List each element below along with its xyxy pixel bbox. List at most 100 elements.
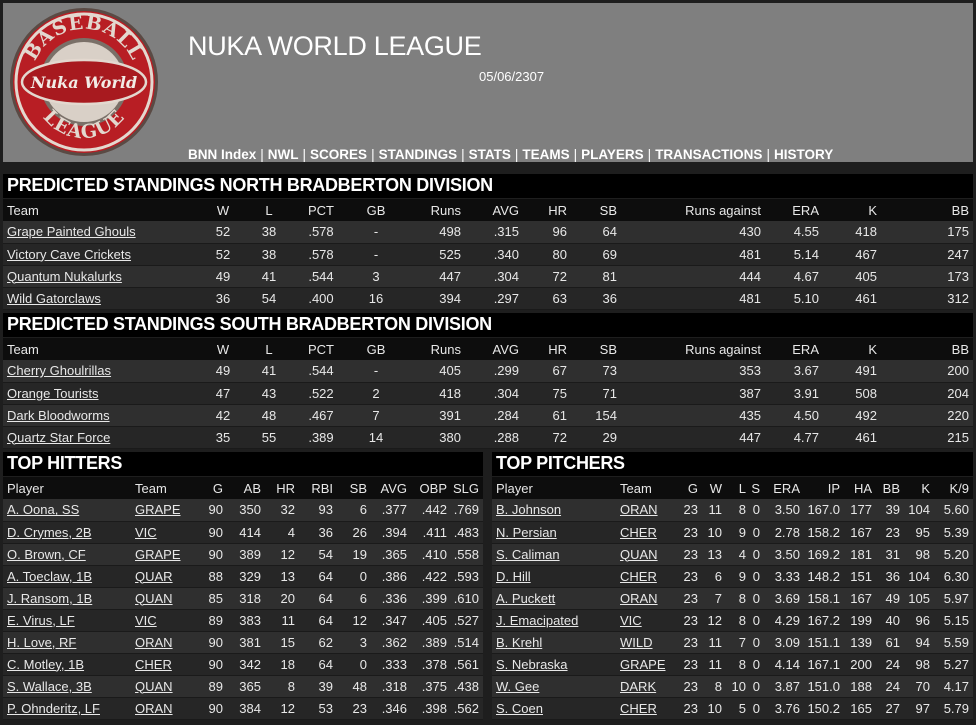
south-standings-cell-sb: 71 <box>571 382 621 404</box>
hitter-cell-g: 89 <box>189 609 227 631</box>
pitcher-team-link[interactable]: GRAPE <box>620 657 666 672</box>
south-standings-cell-hr: 72 <box>523 426 571 448</box>
hitter-cell: GRAPE <box>131 499 189 521</box>
south-standings-cell-runs: 405 <box>401 360 465 382</box>
pitcher-cell-k-per-9: 5.39 <box>934 521 973 543</box>
hitter-cell: D. Crymes, 2B <box>3 521 131 543</box>
hitter-name-link[interactable]: A. Toeclaw, 1B <box>7 569 92 584</box>
hitter-team-link[interactable]: ORAN <box>135 635 173 650</box>
pitcher-cell-g: 23 <box>674 631 702 653</box>
hitter-team-link[interactable]: QUAN <box>135 591 173 606</box>
nav-link-teams[interactable]: TEAMS <box>522 147 569 162</box>
pitcher-name-link[interactable]: D. Hill <box>496 569 531 584</box>
nav-link-nwl[interactable]: NWL <box>268 147 299 162</box>
hitter-team-link[interactable]: ORAN <box>135 701 173 716</box>
hitter-team-link[interactable]: GRAPE <box>135 547 181 562</box>
south-standings-name-link[interactable]: Orange Tourists <box>7 386 99 401</box>
hitter-name-link[interactable]: H. Love, RF <box>7 635 76 650</box>
pitcher-name-link[interactable]: S. Caliman <box>496 547 560 562</box>
nav-link-bnn-index[interactable]: BNN Index <box>188 147 256 162</box>
south-standings-cell-gb: - <box>351 360 401 382</box>
pitcher-cell: B. Krehl <box>492 631 616 653</box>
league-logo[interactable]: BASEBALL LEAGUE Nuka World <box>9 7 159 157</box>
south-standings-cell-avg: .304 <box>465 382 523 404</box>
pitcher-team-link[interactable]: VIC <box>620 613 642 628</box>
pitcher-team-link[interactable]: ORAN <box>620 591 658 606</box>
north-standings-cell-pct: .578 <box>291 243 351 265</box>
pitcher-col-era: ERA <box>764 477 804 499</box>
pitcher-name-link[interactable]: W. Gee <box>496 679 539 694</box>
pitcher-name-link[interactable]: A. Puckett <box>496 591 555 606</box>
south-standings-col-k: K <box>823 338 881 360</box>
hitter-name-link[interactable]: P. Ohnderitz, LF <box>7 701 100 716</box>
pitcher-cell-era: 3.33 <box>764 565 804 587</box>
nav-link-history[interactable]: HISTORY <box>774 147 833 162</box>
south-standings-cell-bb: 215 <box>881 426 973 448</box>
pitcher-team-link[interactable]: QUAN <box>620 547 658 562</box>
nav-link-players[interactable]: PLAYERS <box>581 147 644 162</box>
north-standings-cell-l: 38 <box>247 243 291 265</box>
pitcher-name-link[interactable]: B. Johnson <box>496 502 561 517</box>
hitter-name-link[interactable]: J. Ransom, 1B <box>7 591 92 606</box>
pitcher-team-link[interactable]: WILD <box>620 635 653 650</box>
pitcher-name-link[interactable]: B. Krehl <box>496 635 542 650</box>
hitter-team-link[interactable]: VIC <box>135 525 157 540</box>
hitter-cell: VIC <box>131 609 189 631</box>
south-standings-col-team: Team <box>3 338 199 360</box>
south-standings-name-link[interactable]: Quartz Star Force <box>7 430 110 445</box>
pitcher-cell-k: 105 <box>904 587 934 609</box>
pitcher-name-link[interactable]: S. Nebraska <box>496 657 568 672</box>
hitter-team-link[interactable]: GRAPE <box>135 502 181 517</box>
pitcher-cell-k-per-9: 4.17 <box>934 675 973 697</box>
south-standings-cell-runs-against: 435 <box>621 404 765 426</box>
pitcher-team-link[interactable]: CHER <box>620 569 657 584</box>
pitcher-team-link[interactable]: CHER <box>620 525 657 540</box>
nav-link-stats[interactable]: STATS <box>469 147 511 162</box>
north-standings-col-gb: GB <box>351 199 401 221</box>
south-standings-name-link[interactable]: Cherry Ghoulrillas <box>7 363 111 378</box>
pitcher-cell-era: 3.50 <box>764 499 804 521</box>
north-standings-cell-sb: 81 <box>571 265 621 287</box>
pitcher-cell-w: 6 <box>702 565 726 587</box>
pitcher-team-link[interactable]: CHER <box>620 701 657 716</box>
pitcher-col-w: W <box>702 477 726 499</box>
hitter-cell-slg: .769 <box>451 499 483 521</box>
south-standings-cell: Dark Bloodworms <box>3 404 199 426</box>
hitter-name-link[interactable]: A. Oona, SS <box>7 502 79 517</box>
hitter-team-link[interactable]: QUAR <box>135 569 173 584</box>
north-standings-name-link[interactable]: Grape Painted Ghouls <box>7 224 136 239</box>
hitter-team-link[interactable]: CHER <box>135 657 172 672</box>
hitter-cell-g: 90 <box>189 499 227 521</box>
south-standings-row: Dark Bloodworms 42 48.467 7 391.284 61 154 435 4… <box>3 404 973 426</box>
north-standings-cell-avg: .315 <box>465 221 523 243</box>
north-standings-name-link[interactable]: Victory Cave Crickets <box>7 247 131 262</box>
north-standings-name-link[interactable]: Wild Gatorclaws <box>7 291 101 306</box>
pitcher-cell-k-per-9: 5.20 <box>934 543 973 565</box>
hitter-team-link[interactable]: VIC <box>135 613 157 628</box>
south-standings-name-link[interactable]: Dark Bloodworms <box>7 408 110 423</box>
hitter-team-link[interactable]: QUAN <box>135 679 173 694</box>
hitter-cell: CHER <box>131 653 189 675</box>
nav-link-standings[interactable]: STANDINGS <box>379 147 458 162</box>
north-standings-cell-hr: 63 <box>523 287 571 309</box>
nav-link-scores[interactable]: SCORES <box>310 147 367 162</box>
pitcher-name-link[interactable]: J. Emacipated <box>496 613 578 628</box>
hitter-name-link[interactable]: S. Wallace, 3B <box>7 679 92 694</box>
pitcher-team-link[interactable]: ORAN <box>620 502 658 517</box>
north-standings-cell-k: 461 <box>823 287 881 309</box>
hitter-name-link[interactable]: D. Crymes, 2B <box>7 525 92 540</box>
pitcher-cell: ORAN <box>616 499 674 521</box>
pitcher-cell-w: 7 <box>702 587 726 609</box>
north-standings-name-link[interactable]: Quantum Nukalurks <box>7 269 122 284</box>
hitter-name-link[interactable]: C. Motley, 1B <box>7 657 84 672</box>
hitter-col-team: Team <box>131 477 189 499</box>
hitter-name-link[interactable]: O. Brown, CF <box>7 547 86 562</box>
pitcher-name-link[interactable]: S. Coen <box>496 701 543 716</box>
pitcher-name-link[interactable]: N. Persian <box>496 525 557 540</box>
hitter-cell-rbi: 54 <box>299 543 337 565</box>
hitter-row: D. Crymes, 2B VIC 90 414 4 36 26.394.411.483 <box>3 521 483 543</box>
nav-link-transactions[interactable]: TRANSACTIONS <box>655 147 762 162</box>
pitcher-team-link[interactable]: DARK <box>620 679 656 694</box>
pitcher-cell-k-per-9: 5.15 <box>934 609 973 631</box>
hitter-name-link[interactable]: E. Virus, LF <box>7 613 75 628</box>
